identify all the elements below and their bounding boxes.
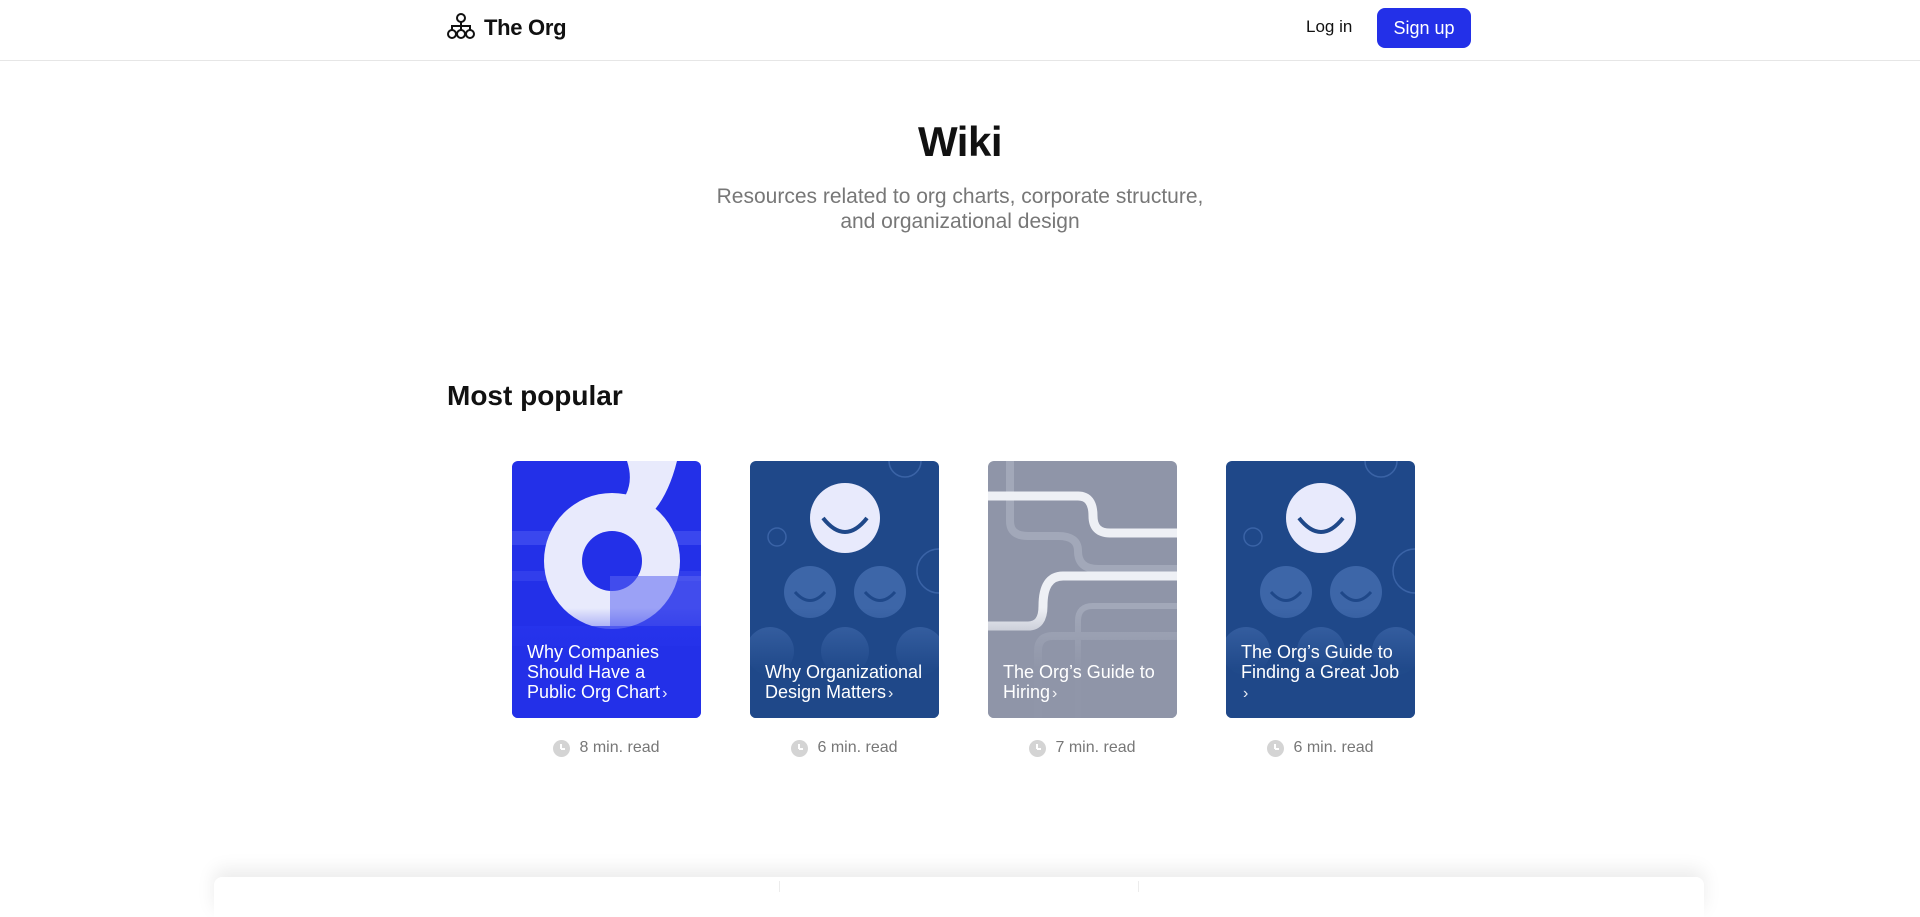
read-time-label: 6 min. read [817,739,898,756]
chevron-right-icon: › [662,685,668,702]
article-card-org-design[interactable]: Why Organizational Design Matters › [750,461,939,718]
article-title-text: Why Organizational Design Matters [765,662,923,702]
page-subtitle: Resources related to org charts, corpora… [660,184,1260,234]
read-time: 6 min. read [750,739,939,757]
article-title: Why Organizational Design Matters › [765,662,927,704]
chevron-right-icon: › [888,685,894,702]
article-card-hiring-guide[interactable]: The Org’s Guide to Hiring › [988,461,1177,718]
page-title: Wiki [918,118,1002,165]
article-title: The Org’s Guide to Hiring › [1003,662,1165,704]
brand-name: The Org [484,15,567,40]
clock-icon [791,739,809,757]
article-title: The Org’s Guide to Finding a Great Job › [1241,642,1403,704]
panel-divider [1138,881,1139,892]
read-time-label: 8 min. read [579,739,660,756]
article-title-text: The Org’s Guide to Hiring [1003,662,1155,702]
signup-button[interactable]: Sign up [1377,8,1471,48]
read-time: 6 min. read [1226,739,1415,757]
subtitle-line-1: Resources related to org charts, corpora… [716,185,1204,208]
brand-logo[interactable]: The Org [446,11,567,46]
read-time-label: 6 min. read [1293,739,1374,756]
clock-icon [1267,739,1285,757]
read-time: 7 min. read [988,739,1177,757]
article-card-finding-job[interactable]: The Org’s Guide to Finding a Great Job › [1226,461,1415,718]
top-navbar: The Org Log in Sign up [0,0,1920,61]
chevron-right-icon: › [1243,685,1249,702]
article-title: Why Companies Should Have a Public Org C… [527,642,689,704]
article-card-public-org-chart[interactable]: Why Companies Should Have a Public Org C… [512,461,701,718]
article-title-text: Why Companies Should Have a Public Org C… [527,642,661,702]
org-logo-icon [446,11,476,46]
login-link[interactable]: Log in [1306,17,1352,37]
read-time-label: 7 min. read [1055,739,1136,756]
clock-icon [553,739,571,757]
clock-icon [1029,739,1047,757]
bottom-panel [214,877,1704,917]
chevron-right-icon: › [1052,685,1058,702]
subtitle-line-2: and organizational design [840,210,1080,233]
read-time: 8 min. read [512,739,701,757]
article-title-text: The Org’s Guide to Finding a Great Job [1241,642,1400,682]
panel-divider [779,881,780,892]
most-popular-heading: Most popular [447,380,623,411]
